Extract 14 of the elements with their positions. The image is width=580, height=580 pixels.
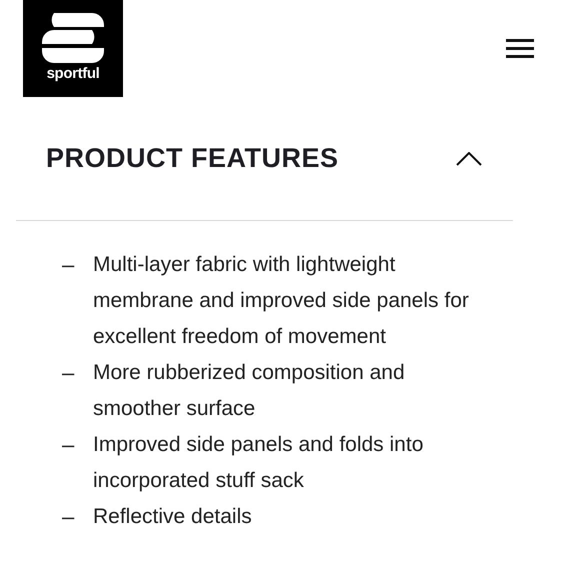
logo-text: sportful [46, 66, 100, 81]
menu-icon[interactable] [506, 39, 534, 58]
chevron-icon[interactable] [456, 152, 482, 166]
logo[interactable]: sportful [23, 0, 123, 97]
feature-text: Multi-layer fabric with lightweight membrane and improved side panels for excellent freedom of movement [93, 252, 470, 350]
section-title[interactable]: PRODUCT FEATURES [46, 138, 339, 179]
feature-text: Improved side panels and folds into incorporated stuff sack [93, 432, 424, 494]
list-dash: – [62, 251, 76, 279]
list-dash: – [62, 359, 76, 387]
list-dash: – [62, 503, 76, 531]
feature-text: Reflective details [93, 504, 253, 530]
list-dash: – [62, 431, 76, 459]
logo-mark-icon [42, 13, 104, 63]
feature-text: More rubberized composition and smoother surface [93, 360, 406, 422]
